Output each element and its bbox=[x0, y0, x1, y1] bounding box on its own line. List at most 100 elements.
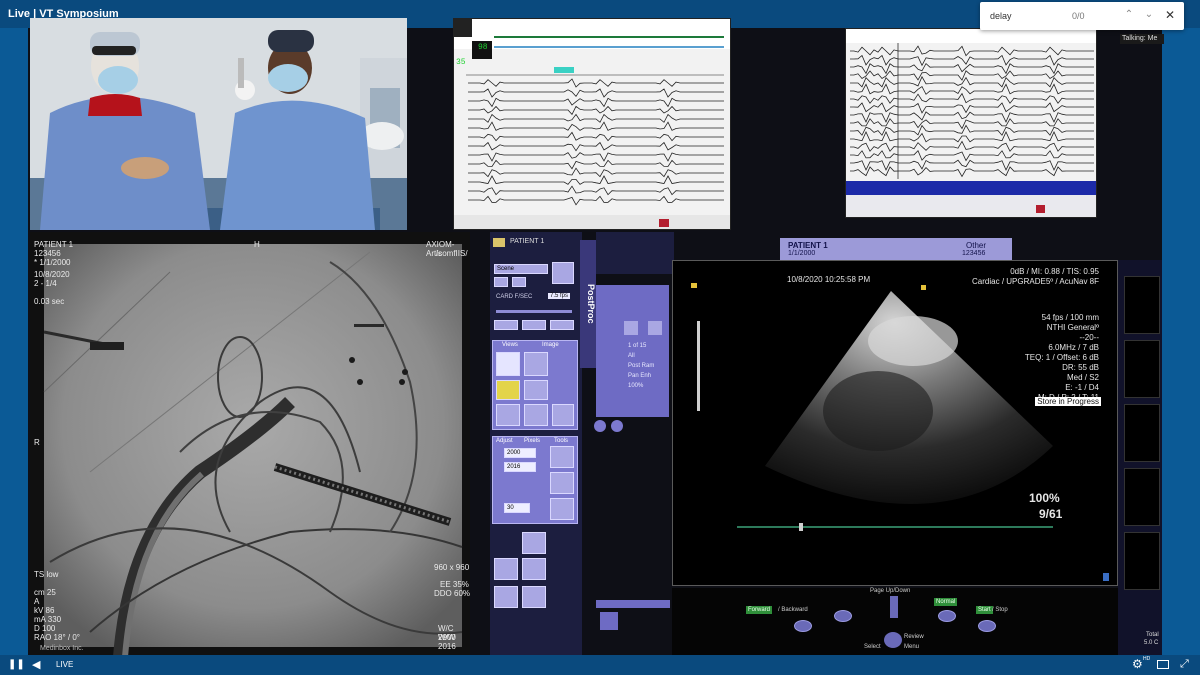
thumbnail[interactable] bbox=[1124, 404, 1160, 462]
curve-button[interactable] bbox=[550, 498, 574, 520]
fluoro-system-2: /comfIIS/ bbox=[436, 249, 468, 258]
postproc-tab[interactable]: PostProc bbox=[580, 240, 596, 368]
series-icon-b[interactable] bbox=[648, 321, 662, 335]
volume-icon[interactable]: ◀ bbox=[32, 658, 40, 671]
ep-trace bbox=[468, 131, 724, 142]
rotate-tool-button[interactable] bbox=[496, 404, 520, 426]
page-updown-control[interactable] bbox=[890, 596, 898, 618]
step-forward-button[interactable] bbox=[550, 320, 574, 330]
scene-dropdown[interactable]: Scene bbox=[494, 264, 548, 274]
ep-trace bbox=[468, 88, 724, 98]
pause-icon[interactable]: ❚❚ bbox=[8, 659, 25, 670]
backward-knob[interactable] bbox=[794, 620, 812, 632]
compare-button[interactable] bbox=[522, 558, 546, 580]
print-button[interactable] bbox=[522, 586, 546, 608]
ep1-value-a: 745 bbox=[456, 43, 471, 52]
fluoro-dob: * 1/1/2000 bbox=[34, 258, 71, 267]
tab-tools[interactable]: Tools bbox=[554, 438, 568, 444]
ep-trace bbox=[468, 121, 724, 131]
find-previous-icon[interactable]: ⌃ bbox=[1122, 8, 1136, 22]
find-close-icon[interactable]: ✕ bbox=[1163, 8, 1177, 22]
thumbnail[interactable] bbox=[1124, 340, 1160, 398]
plus-button[interactable] bbox=[512, 277, 526, 287]
minus-button[interactable] bbox=[494, 277, 508, 287]
tab-image[interactable]: Image bbox=[542, 342, 559, 348]
find-query[interactable]: delay bbox=[990, 11, 1012, 21]
page-updown-label: Page Up/Down bbox=[870, 588, 911, 594]
settings-icon[interactable]: ⚙ bbox=[1132, 657, 1143, 671]
ep-trace bbox=[468, 141, 724, 152]
series-thumb-button[interactable] bbox=[600, 612, 618, 630]
player-controls: ❚❚ ◀ LIVE ⚙ HD ⤢ bbox=[0, 655, 1200, 675]
echo-params-top-2: Cardiac / UPGRADE5º / AcuNav 8F bbox=[972, 277, 1099, 286]
pan-tool-button[interactable] bbox=[524, 404, 548, 426]
brightness-button[interactable] bbox=[550, 472, 574, 494]
echo-playback-controls: Page Up/Down Forward / Backward Normal S… bbox=[672, 588, 1118, 656]
reset-tool-button[interactable] bbox=[552, 404, 574, 426]
single-view-button[interactable] bbox=[496, 352, 520, 376]
tab-pixels[interactable]: Pixels bbox=[524, 438, 540, 444]
echo-param-7: Med / S2 bbox=[1066, 373, 1099, 382]
gamma-value: 30 bbox=[507, 505, 514, 511]
tab-views[interactable]: Views bbox=[502, 342, 518, 348]
grid-view-button[interactable] bbox=[552, 262, 574, 284]
ep-trace bbox=[850, 45, 1094, 57]
fluoro-marker-h: H bbox=[254, 240, 260, 249]
echo-other: Other bbox=[966, 241, 987, 250]
ep-trace bbox=[468, 97, 724, 108]
echo-params-top-1: 0dB / MI: 0.88 / TIS: 0.95 bbox=[1010, 267, 1099, 276]
circle-button-b[interactable] bbox=[611, 420, 623, 432]
ep-trace bbox=[850, 83, 1094, 95]
echo-frames: 9/61 bbox=[1039, 507, 1063, 521]
echo-param-8: E: -1 / D4 bbox=[1065, 383, 1099, 392]
thumbnail[interactable] bbox=[1124, 532, 1160, 590]
multi-view-button[interactable] bbox=[524, 352, 548, 376]
talking-indicator: Talking: Me bbox=[1120, 34, 1164, 44]
select-knob[interactable] bbox=[884, 632, 902, 648]
cursor-tool-button[interactable] bbox=[524, 380, 548, 400]
frame-slider[interactable] bbox=[496, 310, 572, 313]
highlight-button[interactable] bbox=[496, 380, 520, 400]
normal-knob[interactable] bbox=[938, 610, 956, 622]
series-icon-a[interactable] bbox=[624, 321, 638, 335]
total-label: Total bbox=[1146, 632, 1159, 638]
fluoro-d: D 100 bbox=[34, 624, 56, 633]
ep1-value-c: 35 bbox=[456, 58, 466, 67]
forward-knob[interactable] bbox=[834, 610, 852, 622]
backward-label: / Backward bbox=[778, 607, 808, 613]
find-next-icon[interactable]: ⌄ bbox=[1142, 8, 1156, 22]
echo-dob: 1/1/2000 bbox=[788, 250, 816, 257]
folder-icon[interactable] bbox=[493, 238, 505, 247]
operating-room-image bbox=[30, 18, 407, 230]
circle-button-a[interactable] bbox=[594, 420, 606, 432]
export-button[interactable] bbox=[522, 532, 546, 554]
tab-adjust[interactable]: Adjust bbox=[496, 438, 513, 444]
start-stop-knob[interactable] bbox=[978, 620, 996, 632]
fluoro-patient: PATIENT 1 bbox=[34, 240, 74, 249]
step-back-button[interactable] bbox=[494, 320, 518, 330]
ep-recording-panel-2 bbox=[845, 28, 1097, 218]
save-button[interactable] bbox=[494, 586, 518, 608]
ep-trace bbox=[850, 102, 1094, 114]
window-width-input[interactable]: 2016 bbox=[504, 462, 536, 472]
series-info-panel: 1 of 15 All Post Ram Pan Enh 100% bbox=[596, 285, 669, 417]
ice-echo-panel: 10/8/2020 10:25:58 PM 0dB / MI: 0.88 / T… bbox=[672, 260, 1118, 586]
fluoro-a: A bbox=[34, 597, 40, 606]
auto-adjust-button[interactable] bbox=[550, 446, 574, 468]
series-info-line-5: 100% bbox=[628, 383, 644, 389]
picture-in-picture-icon[interactable] bbox=[1157, 660, 1169, 669]
store-status: Store in Progress bbox=[1035, 397, 1101, 406]
thumbnail[interactable] bbox=[1124, 276, 1160, 334]
echo-header: PATIENT 1 1/1/2000 Other 123456 bbox=[780, 238, 1012, 260]
series-info-text: 1 of 15 All Post Ram Pan Enh 100% bbox=[628, 341, 654, 391]
gamma-input[interactable]: 30 bbox=[504, 503, 530, 513]
card-label: CARD F/SEC bbox=[496, 294, 533, 300]
echo-datetime: 10/8/2020 10:25:58 PM bbox=[787, 275, 871, 284]
pause-button[interactable] bbox=[522, 320, 546, 330]
fullscreen-icon[interactable]: ⤢ bbox=[1180, 658, 1189, 671]
window-center-input[interactable]: 2000 bbox=[504, 448, 536, 458]
ep-trace bbox=[850, 131, 1094, 143]
thumbnail[interactable] bbox=[1124, 468, 1160, 526]
echo-param-1: 54 fps / 100 mm bbox=[1041, 313, 1099, 322]
capture-button[interactable] bbox=[494, 558, 518, 580]
